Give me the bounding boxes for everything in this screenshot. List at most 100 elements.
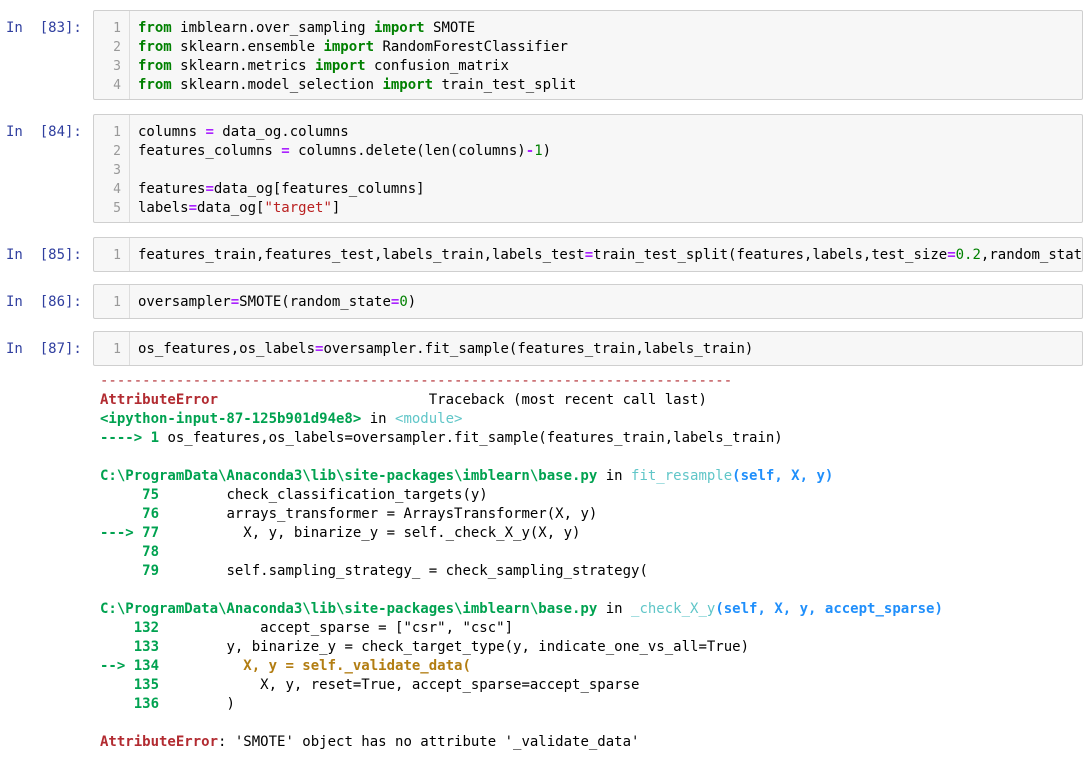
code-editor[interactable]: 1 2 3 4 5 columns = data_og.columns feat…	[93, 114, 1083, 223]
module-ref: <module>	[395, 411, 463, 427]
traceback-file-ref: C:\ProgramData\Anaconda3\lib\site-packag…	[100, 467, 833, 486]
cell-prompt: In [87]:	[6, 341, 82, 357]
line-number: 4	[113, 182, 121, 197]
traceback-code: y, binarize_y = check_target_type(y, ind…	[159, 639, 750, 655]
traceback-line: 133 y, binarize_y = check_target_type(y,…	[100, 638, 749, 657]
operator: =	[584, 247, 594, 263]
line-number-gutter: 1	[94, 238, 130, 271]
operator: =	[205, 181, 214, 197]
line-number-gutter: 1	[94, 332, 130, 365]
code-text: )	[407, 294, 417, 310]
traceback-code: check_classification_targets(y)	[159, 487, 488, 503]
operator: =	[281, 143, 290, 159]
code-line: from sklearn.metrics import confusion_ma…	[138, 57, 509, 76]
in-word: in	[361, 411, 396, 427]
error-text: : 'SMOTE' object has no attribute '_vali…	[218, 734, 640, 750]
code-editor[interactable]: 1 os_features,os_labels=oversampler.fit_…	[93, 331, 1083, 366]
line-number: 1	[113, 21, 121, 36]
traceback-line: 78	[100, 543, 159, 562]
line-number: 75	[100, 487, 160, 503]
operator: =	[947, 247, 956, 263]
line-number: 132	[100, 620, 160, 636]
error-name: AttributeError	[100, 392, 219, 408]
code-text: train_test_split(features,labels,test_si…	[593, 247, 948, 263]
in-word: in	[597, 468, 632, 484]
code-line: features=data_og[features_columns]	[138, 180, 425, 199]
traceback-file-ref: C:\ProgramData\Anaconda3\lib\site-packag…	[100, 600, 943, 619]
code-line: features_columns = columns.delete(len(co…	[138, 142, 551, 161]
cell-prompt: In [86]:	[6, 294, 82, 310]
line-number-gutter: 1	[94, 285, 130, 318]
operator: -	[525, 143, 535, 159]
file-path: C:\ProgramData\Anaconda3\lib\site-packag…	[100, 468, 598, 484]
line-arrow: ----> 1	[100, 430, 168, 446]
code-text: data_og[	[197, 200, 265, 216]
error-name: AttributeError	[100, 734, 219, 750]
line-number: --> 134	[100, 658, 160, 674]
function-args: (self, X, y)	[732, 468, 834, 484]
error-message: AttributeError: 'SMOTE' object has no at…	[100, 733, 639, 752]
module-name: sklearn.metrics	[171, 58, 316, 74]
import-name: confusion_matrix	[365, 58, 509, 74]
code-line: os_features,os_labels=oversampler.fit_sa…	[138, 340, 753, 359]
traceback-label: Traceback (most recent call last)	[218, 392, 707, 408]
line-number: 3	[113, 59, 121, 74]
operator: =	[205, 124, 214, 140]
keyword: from	[138, 58, 172, 74]
traceback-code: accept_sparse = ["csr", "csc"]	[159, 620, 514, 636]
code-line: from sklearn.model_selection import trai…	[138, 76, 576, 95]
code-text: ]	[331, 200, 341, 216]
number-literal: 0	[399, 294, 408, 310]
line-number-gutter: 1 2 3 4	[94, 11, 130, 99]
traceback-code: X, y, reset=True, accept_sparse=accept_s…	[159, 677, 640, 693]
traceback-line: 135 X, y, reset=True, accept_sparse=acce…	[100, 676, 640, 695]
line-number: 1	[113, 125, 121, 140]
traceback-input-ref: <ipython-input-87-125b901d94e8> in <modu…	[100, 410, 462, 429]
import-name: RandomForestClassifier	[374, 39, 568, 55]
traceback-header: AttributeError Traceback (most recent ca…	[100, 391, 707, 410]
line-number: 135	[100, 677, 160, 693]
line-number: 76	[100, 506, 160, 522]
line-number-gutter: 1 2 3 4 5	[94, 115, 130, 222]
import-name: SMOTE	[424, 20, 476, 36]
traceback-rule: ----------------------------------------…	[100, 373, 733, 389]
line-number: ---> 77	[100, 525, 160, 541]
code-line: labels=data_og["target"]	[138, 199, 340, 218]
line-number: 5	[113, 201, 121, 216]
line-number: 4	[113, 78, 121, 93]
traceback-line: 79 self.sampling_strategy_ = check_sampl…	[100, 562, 648, 581]
traceback-line: 132 accept_sparse = ["csr", "csc"]	[100, 619, 513, 638]
operator: =	[188, 200, 198, 216]
keyword: import	[374, 20, 425, 36]
traceback-code: X, y, binarize_y = self._check_X_y(X, y)	[159, 525, 581, 541]
traceback-line-current: ---> 77 X, y, binarize_y = self._check_X…	[100, 524, 580, 543]
string-literal: "target"	[264, 200, 332, 216]
code-text: ,random_state	[980, 247, 1083, 263]
operator: =	[230, 294, 240, 310]
code-text: features	[138, 181, 206, 197]
line-number: 78	[100, 544, 160, 560]
code-text: oversampler	[138, 294, 231, 310]
cell-prompt: In [84]:	[6, 124, 82, 140]
keyword: import	[323, 39, 375, 55]
traceback-line: 136 )	[100, 695, 235, 714]
line-number: 1	[113, 342, 121, 357]
code-text: columns	[138, 124, 206, 140]
number-literal: 0.2	[955, 247, 981, 263]
code-text: )	[542, 143, 552, 159]
traceback-line: ----> 1 os_features,os_labels=oversample…	[100, 429, 783, 448]
line-number: 1	[113, 248, 121, 263]
code-editor[interactable]: 1 oversampler=SMOTE(random_state=0)	[93, 284, 1083, 319]
code-line: from sklearn.ensemble import RandomFores…	[138, 38, 568, 57]
traceback-code: self.sampling_strategy_ = check_sampling…	[159, 563, 648, 579]
traceback-code: )	[159, 696, 235, 712]
file-path: C:\ProgramData\Anaconda3\lib\site-packag…	[100, 601, 598, 617]
code-text: features_columns	[138, 143, 282, 159]
code-editor[interactable]: 1 2 3 4 from imblearn.over_sampling impo…	[93, 10, 1083, 100]
code-text: features_train,features_test,labels_trai…	[138, 247, 585, 263]
keyword: from	[138, 39, 172, 55]
keyword: from	[138, 20, 172, 36]
line-number: 133	[100, 639, 160, 655]
keyword: import	[382, 77, 434, 93]
code-editor[interactable]: 1 features_train,features_test,labels_tr…	[93, 237, 1083, 272]
